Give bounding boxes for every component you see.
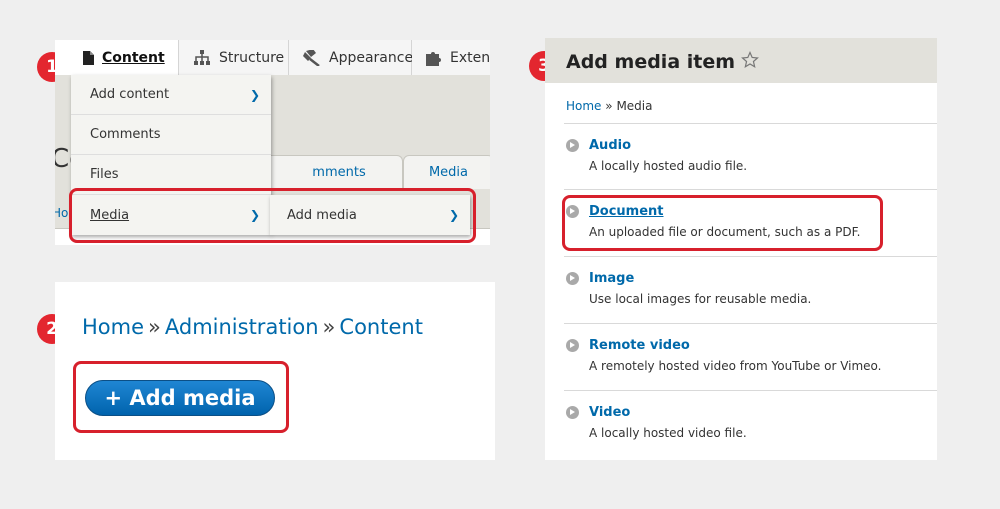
page-title: Add media item xyxy=(566,51,759,74)
toolbar-item-extend[interactable]: Exten xyxy=(412,40,490,75)
list-item: Video A locally hosted video file. xyxy=(564,391,937,458)
arrow-bullet-icon xyxy=(566,139,579,152)
highlight-media-menu xyxy=(69,188,476,243)
breadcrumb-home[interactable]: Home xyxy=(82,315,144,339)
menu-item-add-content[interactable]: Add content ❯ xyxy=(71,75,271,115)
breadcrumb-fragment[interactable]: Ho xyxy=(55,206,68,220)
chevron-right-icon: ❯ xyxy=(249,87,260,102)
breadcrumb-administration[interactable]: Administration xyxy=(165,315,319,339)
star-icon[interactable] xyxy=(741,51,759,74)
media-type-description: A remotely hosted video from YouTube or … xyxy=(589,359,882,373)
media-type-image-link[interactable]: Image xyxy=(589,271,634,286)
toolbar-item-appearance[interactable]: Appearance xyxy=(289,40,413,75)
breadcrumb: Home » Media xyxy=(566,99,653,113)
puzzle-icon xyxy=(426,50,442,66)
arrow-bullet-icon xyxy=(566,339,579,352)
list-item: Remote video A remotely hosted video fro… xyxy=(564,324,937,391)
list-item: Audio A locally hosted audio file. xyxy=(564,123,937,190)
media-type-list: Audio A locally hosted audio file. Docum… xyxy=(564,123,937,458)
highlight-add-media-button xyxy=(73,361,289,433)
paint-icon xyxy=(303,49,321,66)
media-type-video-link[interactable]: Video xyxy=(589,405,630,420)
sitemap-icon xyxy=(193,50,211,65)
arrow-bullet-icon xyxy=(566,406,579,419)
breadcrumb: Home» Administration» Content xyxy=(82,315,423,339)
list-item: Image Use local images for reusable medi… xyxy=(564,257,937,324)
tab-media[interactable]: Media xyxy=(403,155,490,189)
breadcrumb-home[interactable]: Home xyxy=(566,99,601,113)
admin-toolbar: Content Structure Appearance Exten xyxy=(69,40,490,75)
toolbar-item-structure[interactable]: Structure xyxy=(179,40,289,75)
media-type-audio-link[interactable]: Audio xyxy=(589,138,631,153)
content-tabs: mments Media xyxy=(245,155,490,189)
media-type-description: Use local images for reusable media. xyxy=(589,292,812,306)
arrow-bullet-icon xyxy=(566,272,579,285)
document-icon xyxy=(83,50,94,65)
breadcrumb-content[interactable]: Content xyxy=(339,315,423,339)
media-type-remote-video-link[interactable]: Remote video xyxy=(589,338,690,353)
menu-item-comments[interactable]: Comments xyxy=(71,115,271,155)
media-type-description: A locally hosted audio file. xyxy=(589,159,748,173)
highlight-document-item xyxy=(562,195,883,251)
media-type-description: A locally hosted video file. xyxy=(589,426,747,440)
breadcrumb-current: Media xyxy=(616,99,653,113)
toolbar-item-content[interactable]: Content xyxy=(69,40,179,75)
